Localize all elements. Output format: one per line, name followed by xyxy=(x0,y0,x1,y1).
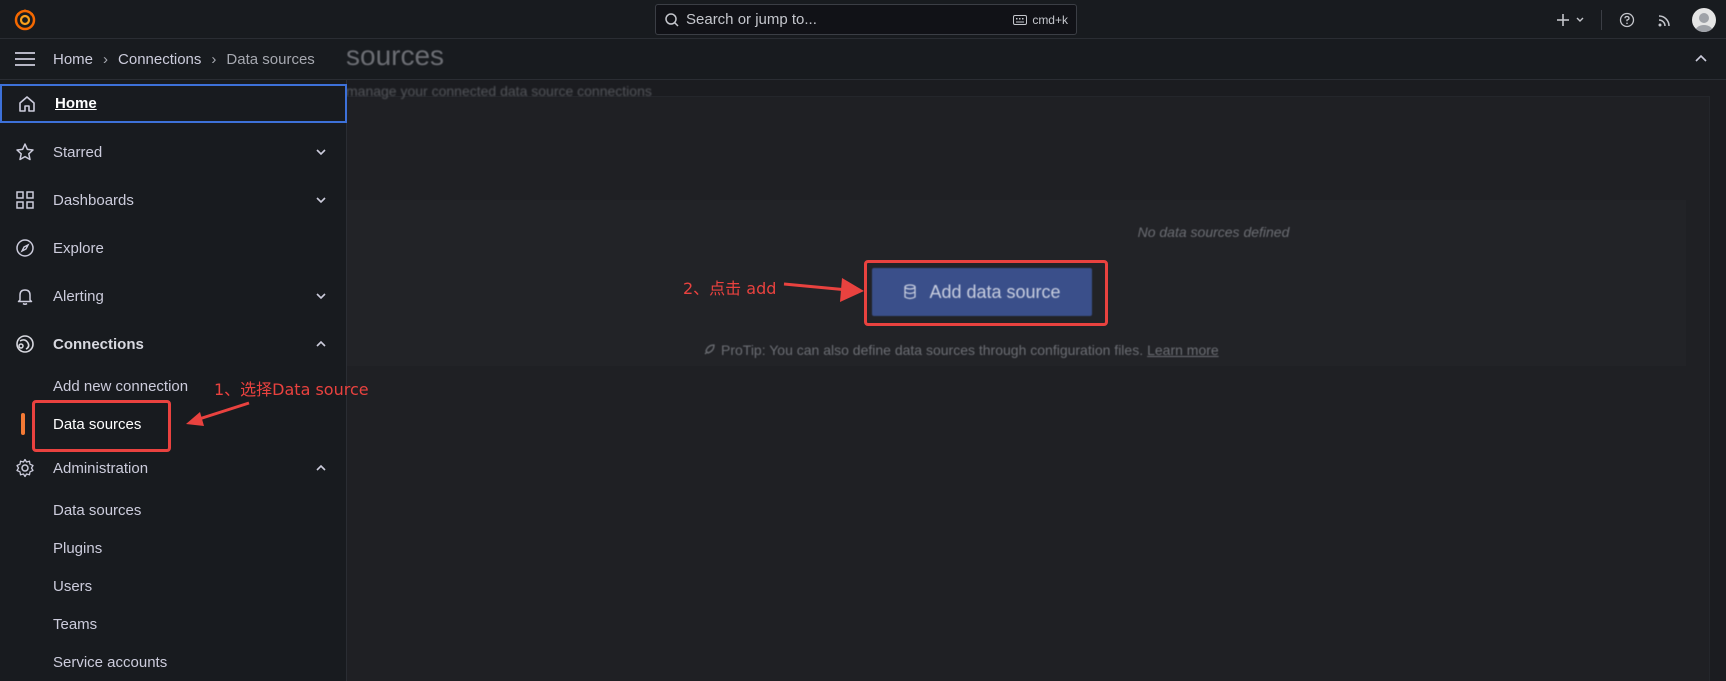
sidebar-subitem-teams[interactable]: Teams xyxy=(53,616,97,633)
menu-toggle-button[interactable] xyxy=(13,47,37,71)
chevron-up-icon[interactable] xyxy=(313,460,329,476)
sidebar-item-starred[interactable]: Starred xyxy=(0,132,347,172)
sidebar-subitem-add-new-connection[interactable]: Add new connection xyxy=(53,378,188,395)
home-icon xyxy=(15,92,39,116)
sidebar-item-label: Explore xyxy=(53,239,104,257)
chevron-down-icon xyxy=(1576,17,1584,22)
chevron-down-icon[interactable] xyxy=(313,288,329,304)
plus-icon xyxy=(1557,13,1569,26)
chevron-up-icon xyxy=(1695,54,1707,62)
breadcrumb-separator: › xyxy=(103,50,109,68)
shortcut-text: cmd+k xyxy=(1032,12,1068,27)
annotation-box-data-sources xyxy=(32,400,171,452)
sidebar-item-label: Starred xyxy=(53,143,103,161)
sidebar-subitem-users[interactable]: Users xyxy=(53,578,92,595)
protip: ProTip: You can also define data sources… xyxy=(702,342,1219,358)
dashboards-icon xyxy=(13,188,37,212)
search-placeholder: Search or jump to... xyxy=(686,11,817,28)
page-panel xyxy=(330,96,1710,681)
sidebar-subitem-admin-data-sources[interactable]: Data sources xyxy=(53,502,141,519)
rss-icon xyxy=(1658,14,1670,26)
active-indicator xyxy=(21,413,25,435)
sidebar-item-explore[interactable]: Explore xyxy=(0,228,347,268)
news-button[interactable] xyxy=(1654,9,1676,31)
annotation-arrow-2 xyxy=(783,278,864,302)
breadcrumb-bar: Home › Connections › Data sources xyxy=(0,39,1726,80)
search-input[interactable]: Search or jump to... cmd+k xyxy=(655,4,1077,35)
user-icon xyxy=(1695,12,1713,32)
sidebar-subitem-service-accounts[interactable]: Service accounts xyxy=(53,654,167,671)
breadcrumb-separator: › xyxy=(211,50,217,68)
chevron-up-icon[interactable] xyxy=(313,336,329,352)
sidebar-item-administration[interactable]: Administration xyxy=(0,448,347,488)
empty-state-text: No data sources defined xyxy=(1137,224,1290,240)
gear-icon xyxy=(13,456,37,480)
top-bar: Search or jump to... cmd+k xyxy=(0,0,1726,39)
chevron-down-icon[interactable] xyxy=(313,144,329,160)
breadcrumb-connections[interactable]: Connections xyxy=(118,51,201,68)
page-title: sources xyxy=(346,40,445,71)
grafana-logo-icon[interactable] xyxy=(13,7,37,31)
hamburger-icon xyxy=(15,52,35,66)
collapse-header-button[interactable] xyxy=(1690,48,1712,70)
divider xyxy=(1601,9,1602,30)
learn-more-link[interactable]: Learn more xyxy=(1147,342,1219,358)
protip-text: ProTip: You can also define data sources… xyxy=(721,342,1144,358)
search-icon xyxy=(665,12,679,27)
sidebar-item-label: Dashboards xyxy=(53,191,134,209)
page-subtitle: manage your connected data source connec… xyxy=(346,83,652,99)
new-menu-button[interactable] xyxy=(1555,12,1585,28)
annotation-arrow-1 xyxy=(186,401,250,426)
sidebar-item-label: Alerting xyxy=(53,287,104,305)
star-icon xyxy=(13,140,37,164)
connections-icon xyxy=(13,332,37,356)
sidebar-item-connections[interactable]: Connections xyxy=(0,324,347,364)
sidebar-subitem-plugins[interactable]: Plugins xyxy=(53,540,102,557)
sidebar-item-alerting[interactable]: Alerting xyxy=(0,276,347,316)
annotation-step1: 1、选择Data source xyxy=(214,380,369,399)
sidebar-item-label: Connections xyxy=(53,335,144,353)
sidebar-item-label: Administration xyxy=(53,459,149,477)
chevron-down-icon[interactable] xyxy=(313,192,329,208)
help-icon xyxy=(1619,12,1635,27)
compass-icon xyxy=(13,236,37,260)
sidebar-item-home[interactable]: Home xyxy=(0,84,347,123)
rocket-icon xyxy=(704,344,715,355)
sidebar-item-label: Home xyxy=(55,95,97,112)
breadcrumb-data-sources: Data sources xyxy=(226,50,315,68)
help-button[interactable] xyxy=(1616,9,1638,31)
shortcut-hint: cmd+k xyxy=(1013,13,1068,27)
keyboard-icon xyxy=(1013,14,1028,25)
annotation-box-add-button xyxy=(864,260,1108,326)
user-avatar[interactable] xyxy=(1692,7,1716,32)
sidebar-item-dashboards[interactable]: Dashboards xyxy=(0,180,347,220)
annotation-step2: 2、点击 add xyxy=(683,279,777,298)
breadcrumb-home[interactable]: Home xyxy=(53,51,93,68)
bell-icon xyxy=(13,284,37,308)
